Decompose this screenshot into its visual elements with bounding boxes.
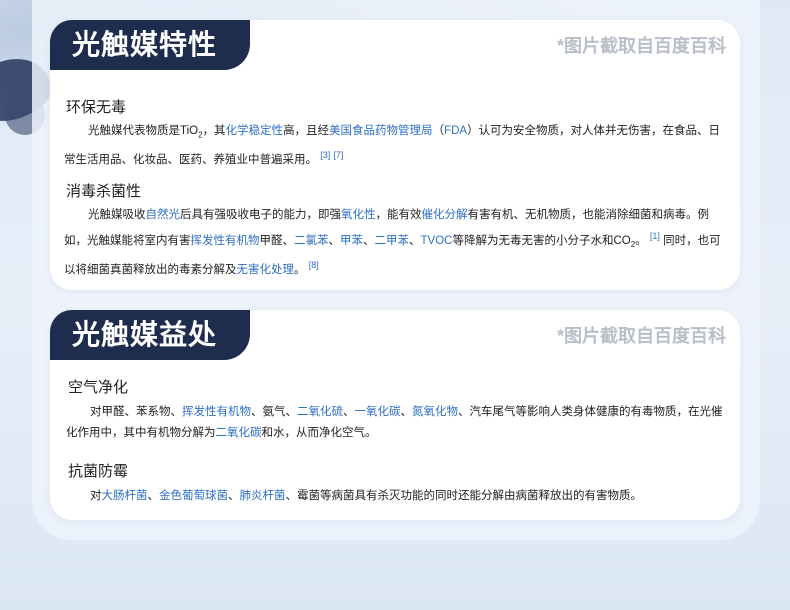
text: 等降解为无毒无害的小分子水和CO	[452, 234, 631, 247]
text: 和水，从而净化空气。	[261, 427, 377, 439]
text: 、	[400, 406, 413, 418]
subsection-paragraph: 对甲醛、苯系物、挥发性有机物、氨气、二氧化硫、一氧化碳、氮氧化物、汽车尾气等影响…	[66, 402, 730, 444]
link-fda[interactable]: FDA	[444, 125, 467, 137]
source-note: *图片截取自百度百科	[556, 326, 726, 346]
text: （	[432, 125, 445, 137]
subsection-paragraph: 光触媒吸收自然光后具有强吸收电子的能力，即强氧化性，能有效催化分解有害有机、无机…	[64, 205, 728, 281]
subsection-heading: 空气净化	[68, 379, 129, 396]
text: 、氨气、	[251, 406, 297, 418]
link-klebsiella[interactable]: 肺炎杆菌	[240, 490, 286, 502]
link-carbon-dioxide[interactable]: 二氧化碳	[216, 427, 262, 439]
text: 后具有强吸收电子的能力，即强	[180, 209, 341, 221]
text: ，其	[202, 125, 226, 137]
link-toluene[interactable]: 甲苯	[340, 235, 363, 247]
section-title: 光触媒特性	[50, 20, 250, 70]
subsection-heading: 消毒杀菌性	[66, 183, 142, 200]
text: 、	[409, 234, 421, 247]
text: 、	[343, 406, 355, 418]
text: 、霉菌等病菌具有杀灭功能的同时还能分解由病菌释放出的有害物质。	[285, 490, 643, 502]
link-nitrogen-oxides[interactable]: 氮氧化物	[412, 406, 458, 418]
section-card-characteristics: 光触媒特性 *图片截取自百度百科 环保无毒 光触媒代表物质是TiO2，其化学稳定…	[50, 20, 740, 290]
text: 、	[328, 234, 341, 247]
link-catalytic-decomposition[interactable]: 催化分解	[422, 209, 468, 221]
text: 甲醛、	[259, 234, 295, 247]
link-chemical-stability[interactable]: 化学稳定性	[226, 125, 284, 137]
section-title: 光触媒益处	[50, 310, 250, 360]
link-voc[interactable]: 挥发性有机物	[191, 235, 260, 247]
text: 、	[228, 490, 240, 502]
text: ，能有效	[375, 209, 422, 221]
text: 对甲醛、苯系物、	[90, 406, 182, 418]
subsection-heading: 抗菌防霉	[68, 463, 129, 480]
link-dichlorobenzene[interactable]: 二氯苯	[294, 235, 329, 247]
link-xylene[interactable]: 二甲苯	[375, 235, 410, 247]
link-staphylococcus[interactable]: 金色葡萄球菌	[159, 490, 228, 502]
text: 。	[635, 234, 647, 247]
link-carbon-monoxide[interactable]: 一氧化碳	[355, 406, 401, 418]
subsection-paragraph: 对大肠杆菌、金色葡萄球菌、肺炎杆菌、霉菌等病菌具有杀灭功能的同时还能分解由病菌释…	[66, 486, 730, 507]
link-fda-name[interactable]: 美国食品药物管理局	[329, 125, 433, 137]
citation-link[interactable]: [8]	[309, 260, 319, 270]
section-card-benefits: 光触媒益处 *图片截取自百度百科 空气净化 对甲醛、苯系物、挥发性有机物、氨气、…	[50, 310, 740, 520]
source-note: *图片截取自百度百科	[556, 36, 726, 56]
subsection-heading: 环保无毒	[66, 99, 127, 116]
link-e-coli[interactable]: 大肠杆菌	[102, 490, 148, 502]
link-tvoc[interactable]: TVOC	[421, 235, 453, 247]
text: 高，且经	[283, 125, 330, 137]
text: 光触媒吸收	[88, 209, 146, 221]
text: 对	[90, 490, 102, 502]
link-voc[interactable]: 挥发性有机物	[182, 406, 251, 418]
text: 、	[147, 490, 160, 502]
text: 、	[363, 234, 375, 247]
subsection-paragraph: 光触媒代表物质是TiO2，其化学稳定性高，且经美国食品药物管理局（FDA）认可为…	[64, 121, 728, 171]
link-natural-light[interactable]: 自然光	[146, 209, 181, 221]
link-oxidation[interactable]: 氧化性	[341, 209, 376, 221]
citation-link[interactable]: [7]	[333, 150, 343, 160]
text: 。	[294, 263, 306, 276]
text: 光触媒代表物质是TiO	[88, 125, 199, 137]
link-harmless-treatment[interactable]: 无害化处理	[237, 264, 295, 276]
citation-link[interactable]: [1]	[650, 231, 660, 241]
link-sulfur-dioxide[interactable]: 二氧化硫	[297, 406, 343, 418]
citation-link[interactable]: [3]	[320, 150, 330, 160]
